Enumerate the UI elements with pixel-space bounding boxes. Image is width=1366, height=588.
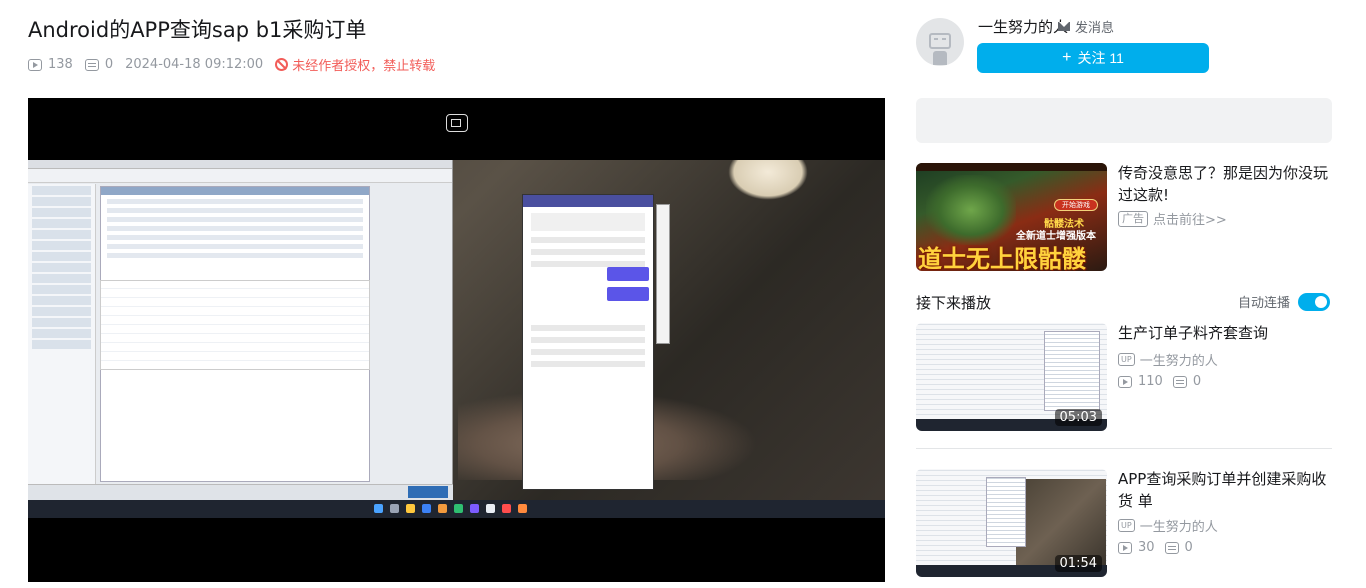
uploader-name[interactable]: 一生努力的人 bbox=[978, 16, 1068, 37]
ad-meta: 广告 点击前往>> bbox=[1118, 209, 1227, 228]
emulator-toolbar-image bbox=[656, 204, 670, 344]
uploader-avatar[interactable] bbox=[916, 18, 964, 66]
autoplay-control[interactable]: 自动连播 bbox=[1238, 292, 1331, 311]
sap-logo-image bbox=[408, 486, 448, 498]
ad-action-link[interactable]: 点击前往>> bbox=[1153, 209, 1227, 228]
follow-button[interactable]: + 关注 11 bbox=[977, 43, 1209, 73]
video-player[interactable] bbox=[28, 98, 885, 582]
rec-view-count: 30 bbox=[1138, 540, 1155, 555]
play-count-icon bbox=[28, 58, 42, 71]
copyright-text: 未经作者授权，禁止转载 bbox=[292, 59, 436, 74]
windows-taskbar-image bbox=[28, 500, 885, 518]
picture-in-picture-icon[interactable] bbox=[446, 114, 468, 132]
video-duration: 01:54 bbox=[1054, 555, 1102, 572]
dragon-art-image bbox=[926, 175, 1016, 245]
tv-mascot-icon bbox=[929, 33, 951, 49]
danmaku-count: 0 bbox=[84, 57, 114, 72]
video-title: Android的APP查询sap b1采购订单 bbox=[28, 18, 367, 42]
ad-thumb-start-button: 开始游戏 bbox=[1054, 199, 1098, 211]
video-page: Android的APP查询sap b1采购订单 138 0 2024-04-18… bbox=[0, 0, 1366, 588]
video-duration: 05:03 bbox=[1054, 409, 1102, 426]
copyright-notice: 未经作者授权，禁止转载 bbox=[275, 55, 435, 74]
play-count-icon bbox=[1118, 541, 1132, 554]
rec-uploader-name: 一生努力的人 bbox=[1139, 520, 1218, 535]
sap-b1-window-image bbox=[28, 160, 453, 500]
rec-stats: 110 0 bbox=[1118, 374, 1201, 389]
autoplay-label: 自动连播 bbox=[1238, 296, 1291, 311]
autoplay-toggle[interactable] bbox=[1298, 292, 1331, 311]
follow-label: 关注 11 bbox=[1077, 50, 1124, 66]
rec-danmaku-count: 0 bbox=[1192, 374, 1202, 389]
plus-icon: + bbox=[1062, 49, 1072, 66]
rec-view-count: 110 bbox=[1138, 374, 1163, 389]
ad-thumbnail[interactable]: 开始游戏 骷髅法术 全新道士增强版本 道士无上限骷髅 bbox=[916, 163, 1107, 271]
video-frame bbox=[28, 160, 885, 518]
rec-stats: 30 0 bbox=[1118, 540, 1193, 555]
up-badge-icon: UP bbox=[1118, 353, 1135, 366]
view-count: 138 bbox=[28, 57, 73, 72]
up-badge-icon: UP bbox=[1118, 519, 1135, 532]
ad-thumb-headline: 道士无上限骷髅 bbox=[918, 245, 1086, 271]
ad-title[interactable]: 传奇没意思了？那是因为你没玩过这款! bbox=[1118, 162, 1332, 206]
rec-thumbnail[interactable]: 01:54 bbox=[916, 469, 1107, 577]
up-next-heading: 接下来播放 bbox=[916, 294, 992, 312]
envelope-icon bbox=[1058, 22, 1070, 31]
view-count-value: 138 bbox=[48, 57, 73, 72]
rec-title[interactable]: APP查询采购订单并创建采购收货 单 bbox=[1118, 468, 1332, 512]
rec-danmaku-count: 0 bbox=[1184, 540, 1193, 555]
video-meta: 138 0 2024-04-18 09:12:00 未经作者授权，禁止转载 bbox=[28, 55, 435, 74]
rec-uploader[interactable]: UP 一生努力的人 bbox=[1118, 516, 1218, 535]
play-count-icon bbox=[1118, 375, 1132, 388]
android-emulator-image bbox=[522, 194, 654, 490]
danmaku-count-value: 0 bbox=[104, 57, 114, 72]
prohibited-icon bbox=[275, 58, 289, 71]
send-message-link[interactable]: 发消息 bbox=[1058, 17, 1114, 36]
floor-lamp-image bbox=[728, 160, 808, 200]
danmaku-icon bbox=[1172, 375, 1187, 388]
rec-uploader[interactable]: UP 一生努力的人 bbox=[1118, 350, 1218, 369]
rec-uploader-name: 一生努力的人 bbox=[1139, 354, 1218, 369]
danmaku-list-panel[interactable] bbox=[916, 98, 1332, 143]
send-message-label: 发消息 bbox=[1075, 21, 1115, 36]
rec-thumbnail[interactable]: 05:03 bbox=[916, 323, 1107, 431]
danmaku-icon bbox=[84, 58, 99, 71]
sap-item-grid-image bbox=[100, 280, 370, 370]
list-divider bbox=[916, 448, 1332, 449]
sap-module-list-image bbox=[28, 184, 96, 484]
rec-title[interactable]: 生产订单子料齐套查询 bbox=[1118, 322, 1332, 344]
ad-badge: 广告 bbox=[1118, 210, 1148, 227]
publish-date: 2024-04-18 09:12:00 bbox=[125, 57, 264, 72]
danmaku-icon bbox=[1164, 541, 1179, 554]
